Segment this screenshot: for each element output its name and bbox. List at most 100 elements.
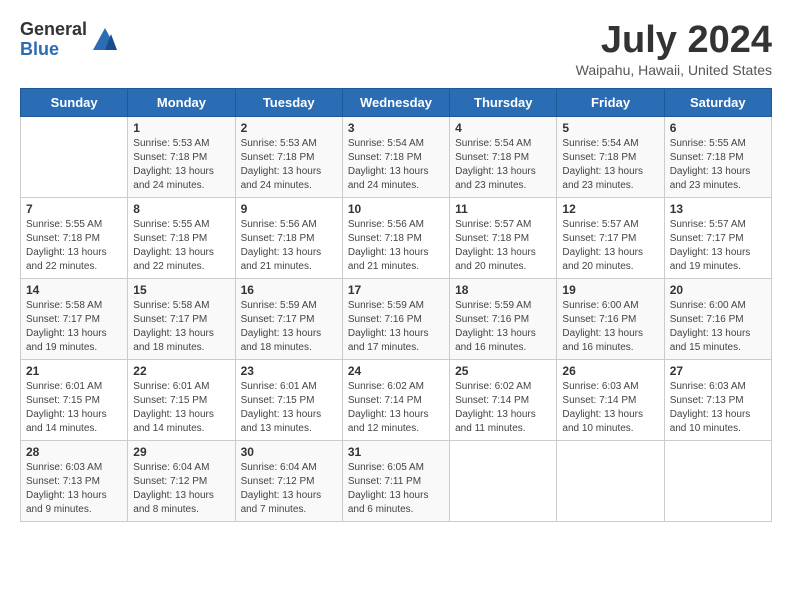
- day-number: 31: [348, 445, 444, 459]
- logo-blue: Blue: [20, 40, 87, 60]
- day-info: Sunrise: 6:04 AM Sunset: 7:12 PM Dayligh…: [241, 461, 337, 517]
- title-section: July 2024 Waipahu, Hawaii, United States: [576, 20, 772, 78]
- day-number: 25: [455, 364, 551, 378]
- calendar-cell: 20 Sunrise: 6:00 AM Sunset: 7:16 PM Dayli…: [664, 278, 771, 359]
- day-number: 13: [670, 202, 766, 216]
- day-info: Sunrise: 6:01 AM Sunset: 7:15 PM Dayligh…: [133, 380, 229, 436]
- day-number: 23: [241, 364, 337, 378]
- day-number: 27: [670, 364, 766, 378]
- calendar-cell: 27 Sunrise: 6:03 AM Sunset: 7:13 PM Dayli…: [664, 359, 771, 440]
- calendar-cell: 19 Sunrise: 6:00 AM Sunset: 7:16 PM Dayli…: [557, 278, 664, 359]
- day-number: 10: [348, 202, 444, 216]
- day-number: 1: [133, 121, 229, 135]
- location: Waipahu, Hawaii, United States: [576, 62, 772, 78]
- day-number: 24: [348, 364, 444, 378]
- calendar-cell: 3Sunrise: 5:54 AM Sunset: 7:18 PM Daylig…: [342, 116, 449, 197]
- day-number: 21: [26, 364, 122, 378]
- day-number: 29: [133, 445, 229, 459]
- calendar-cell: 1 Sunrise: 5:53 AM Sunset: 7:18 PM Daylig…: [128, 116, 235, 197]
- day-info: Sunrise: 5:55 AM Sunset: 7:18 PM Dayligh…: [133, 218, 229, 274]
- calendar-cell: 4 Sunrise: 5:54 AM Sunset: 7:18 PM Daylig…: [450, 116, 557, 197]
- day-info: Sunrise: 6:02 AM Sunset: 7:14 PM Dayligh…: [455, 380, 551, 436]
- header-thursday: Thursday: [450, 88, 557, 116]
- day-info: Sunrise: 6:05 AM Sunset: 7:11 PM Dayligh…: [348, 461, 444, 517]
- day-number: 18: [455, 283, 551, 297]
- day-number: 19: [562, 283, 658, 297]
- calendar-cell: 10 Sunrise: 5:56 AM Sunset: 7:18 PM Dayli…: [342, 197, 449, 278]
- calendar-cell: [21, 116, 128, 197]
- day-info: Sunrise: 6:03 AM Sunset: 7:13 PM Dayligh…: [670, 380, 766, 436]
- day-info: Sunrise: 6:01 AM Sunset: 7:15 PM Dayligh…: [26, 380, 122, 436]
- calendar-cell: 24 Sunrise: 6:02 AM Sunset: 7:14 PM Dayli…: [342, 359, 449, 440]
- calendar-cell: 22 Sunrise: 6:01 AM Sunset: 7:15 PM Dayli…: [128, 359, 235, 440]
- calendar-cell: 30 Sunrise: 6:04 AM Sunset: 7:12 PM Dayli…: [235, 440, 342, 521]
- day-number: 2: [241, 121, 337, 135]
- calendar-cell: 23 Sunrise: 6:01 AM Sunset: 7:15 PM Dayli…: [235, 359, 342, 440]
- calendar-cell: [557, 440, 664, 521]
- day-info: Sunrise: 5:53 AM Sunset: 7:18 PM Dayligh…: [133, 137, 229, 193]
- calendar-week-4: 28 Sunrise: 6:03 AM Sunset: 7:13 PM Dayli…: [21, 440, 772, 521]
- day-info: Sunrise: 6:03 AM Sunset: 7:14 PM Dayligh…: [562, 380, 658, 436]
- day-info: Sunrise: 6:02 AM Sunset: 7:14 PM Dayligh…: [348, 380, 444, 436]
- header-row: SundayMondayTuesdayWednesdayThursdayFrid…: [21, 88, 772, 116]
- header-saturday: Saturday: [664, 88, 771, 116]
- logo-icon: [91, 26, 119, 54]
- header-sunday: Sunday: [21, 88, 128, 116]
- logo-general: General: [20, 20, 87, 40]
- day-info: Sunrise: 5:57 AM Sunset: 7:18 PM Dayligh…: [455, 218, 551, 274]
- calendar-week-2: 14 Sunrise: 5:58 AM Sunset: 7:17 PM Dayli…: [21, 278, 772, 359]
- calendar-cell: [450, 440, 557, 521]
- calendar-cell: 18Sunrise: 5:59 AM Sunset: 7:16 PM Dayli…: [450, 278, 557, 359]
- day-number: 20: [670, 283, 766, 297]
- calendar-cell: 31 Sunrise: 6:05 AM Sunset: 7:11 PM Dayli…: [342, 440, 449, 521]
- calendar-week-0: 1 Sunrise: 5:53 AM Sunset: 7:18 PM Daylig…: [21, 116, 772, 197]
- calendar-week-1: 7 Sunrise: 5:55 AM Sunset: 7:18 PM Daylig…: [21, 197, 772, 278]
- day-info: Sunrise: 6:00 AM Sunset: 7:16 PM Dayligh…: [562, 299, 658, 355]
- calendar-cell: 13Sunrise: 5:57 AM Sunset: 7:17 PM Dayli…: [664, 197, 771, 278]
- day-number: 11: [455, 202, 551, 216]
- calendar-week-3: 21 Sunrise: 6:01 AM Sunset: 7:15 PM Dayli…: [21, 359, 772, 440]
- day-number: 7: [26, 202, 122, 216]
- calendar-cell: 11 Sunrise: 5:57 AM Sunset: 7:18 PM Dayli…: [450, 197, 557, 278]
- day-info: Sunrise: 5:55 AM Sunset: 7:18 PM Dayligh…: [26, 218, 122, 274]
- day-number: 8: [133, 202, 229, 216]
- header-friday: Friday: [557, 88, 664, 116]
- day-number: 26: [562, 364, 658, 378]
- day-info: Sunrise: 6:04 AM Sunset: 7:12 PM Dayligh…: [133, 461, 229, 517]
- calendar-cell: 8 Sunrise: 5:55 AM Sunset: 7:18 PM Daylig…: [128, 197, 235, 278]
- calendar-cell: 16 Sunrise: 5:59 AM Sunset: 7:17 PM Dayli…: [235, 278, 342, 359]
- day-number: 22: [133, 364, 229, 378]
- day-number: 9: [241, 202, 337, 216]
- day-number: 16: [241, 283, 337, 297]
- day-info: Sunrise: 5:56 AM Sunset: 7:18 PM Dayligh…: [348, 218, 444, 274]
- day-info: Sunrise: 5:59 AM Sunset: 7:17 PM Dayligh…: [241, 299, 337, 355]
- day-info: Sunrise: 5:54 AM Sunset: 7:18 PM Dayligh…: [562, 137, 658, 193]
- day-info: Sunrise: 5:54 AM Sunset: 7:18 PM Dayligh…: [455, 137, 551, 193]
- day-info: Sunrise: 5:58 AM Sunset: 7:17 PM Dayligh…: [133, 299, 229, 355]
- day-number: 6: [670, 121, 766, 135]
- day-number: 12: [562, 202, 658, 216]
- day-info: Sunrise: 6:03 AM Sunset: 7:13 PM Dayligh…: [26, 461, 122, 517]
- day-info: Sunrise: 5:59 AM Sunset: 7:16 PM Dayligh…: [348, 299, 444, 355]
- page-header: General Blue July 2024 Waipahu, Hawaii, …: [20, 20, 772, 78]
- day-number: 5: [562, 121, 658, 135]
- month-title: July 2024: [576, 20, 772, 62]
- day-number: 17: [348, 283, 444, 297]
- calendar-cell: 26 Sunrise: 6:03 AM Sunset: 7:14 PM Dayli…: [557, 359, 664, 440]
- day-info: Sunrise: 5:57 AM Sunset: 7:17 PM Dayligh…: [562, 218, 658, 274]
- header-wednesday: Wednesday: [342, 88, 449, 116]
- calendar-cell: 28 Sunrise: 6:03 AM Sunset: 7:13 PM Dayli…: [21, 440, 128, 521]
- day-info: Sunrise: 6:00 AM Sunset: 7:16 PM Dayligh…: [670, 299, 766, 355]
- day-number: 28: [26, 445, 122, 459]
- day-info: Sunrise: 5:53 AM Sunset: 7:18 PM Dayligh…: [241, 137, 337, 193]
- day-number: 30: [241, 445, 337, 459]
- calendar-cell: 12 Sunrise: 5:57 AM Sunset: 7:17 PM Dayli…: [557, 197, 664, 278]
- day-number: 14: [26, 283, 122, 297]
- day-info: Sunrise: 5:54 AM Sunset: 7:18 PM Dayligh…: [348, 137, 444, 193]
- day-number: 4: [455, 121, 551, 135]
- calendar-cell: 14Sunrise: 5:58 AM Sunset: 7:17 PM Dayli…: [21, 278, 128, 359]
- day-info: Sunrise: 6:01 AM Sunset: 7:15 PM Dayligh…: [241, 380, 337, 436]
- calendar-cell: 2 Sunrise: 5:53 AM Sunset: 7:18 PM Daylig…: [235, 116, 342, 197]
- calendar-cell: 15Sunrise: 5:58 AM Sunset: 7:17 PM Dayli…: [128, 278, 235, 359]
- calendar-table: SundayMondayTuesdayWednesdayThursdayFrid…: [20, 88, 772, 522]
